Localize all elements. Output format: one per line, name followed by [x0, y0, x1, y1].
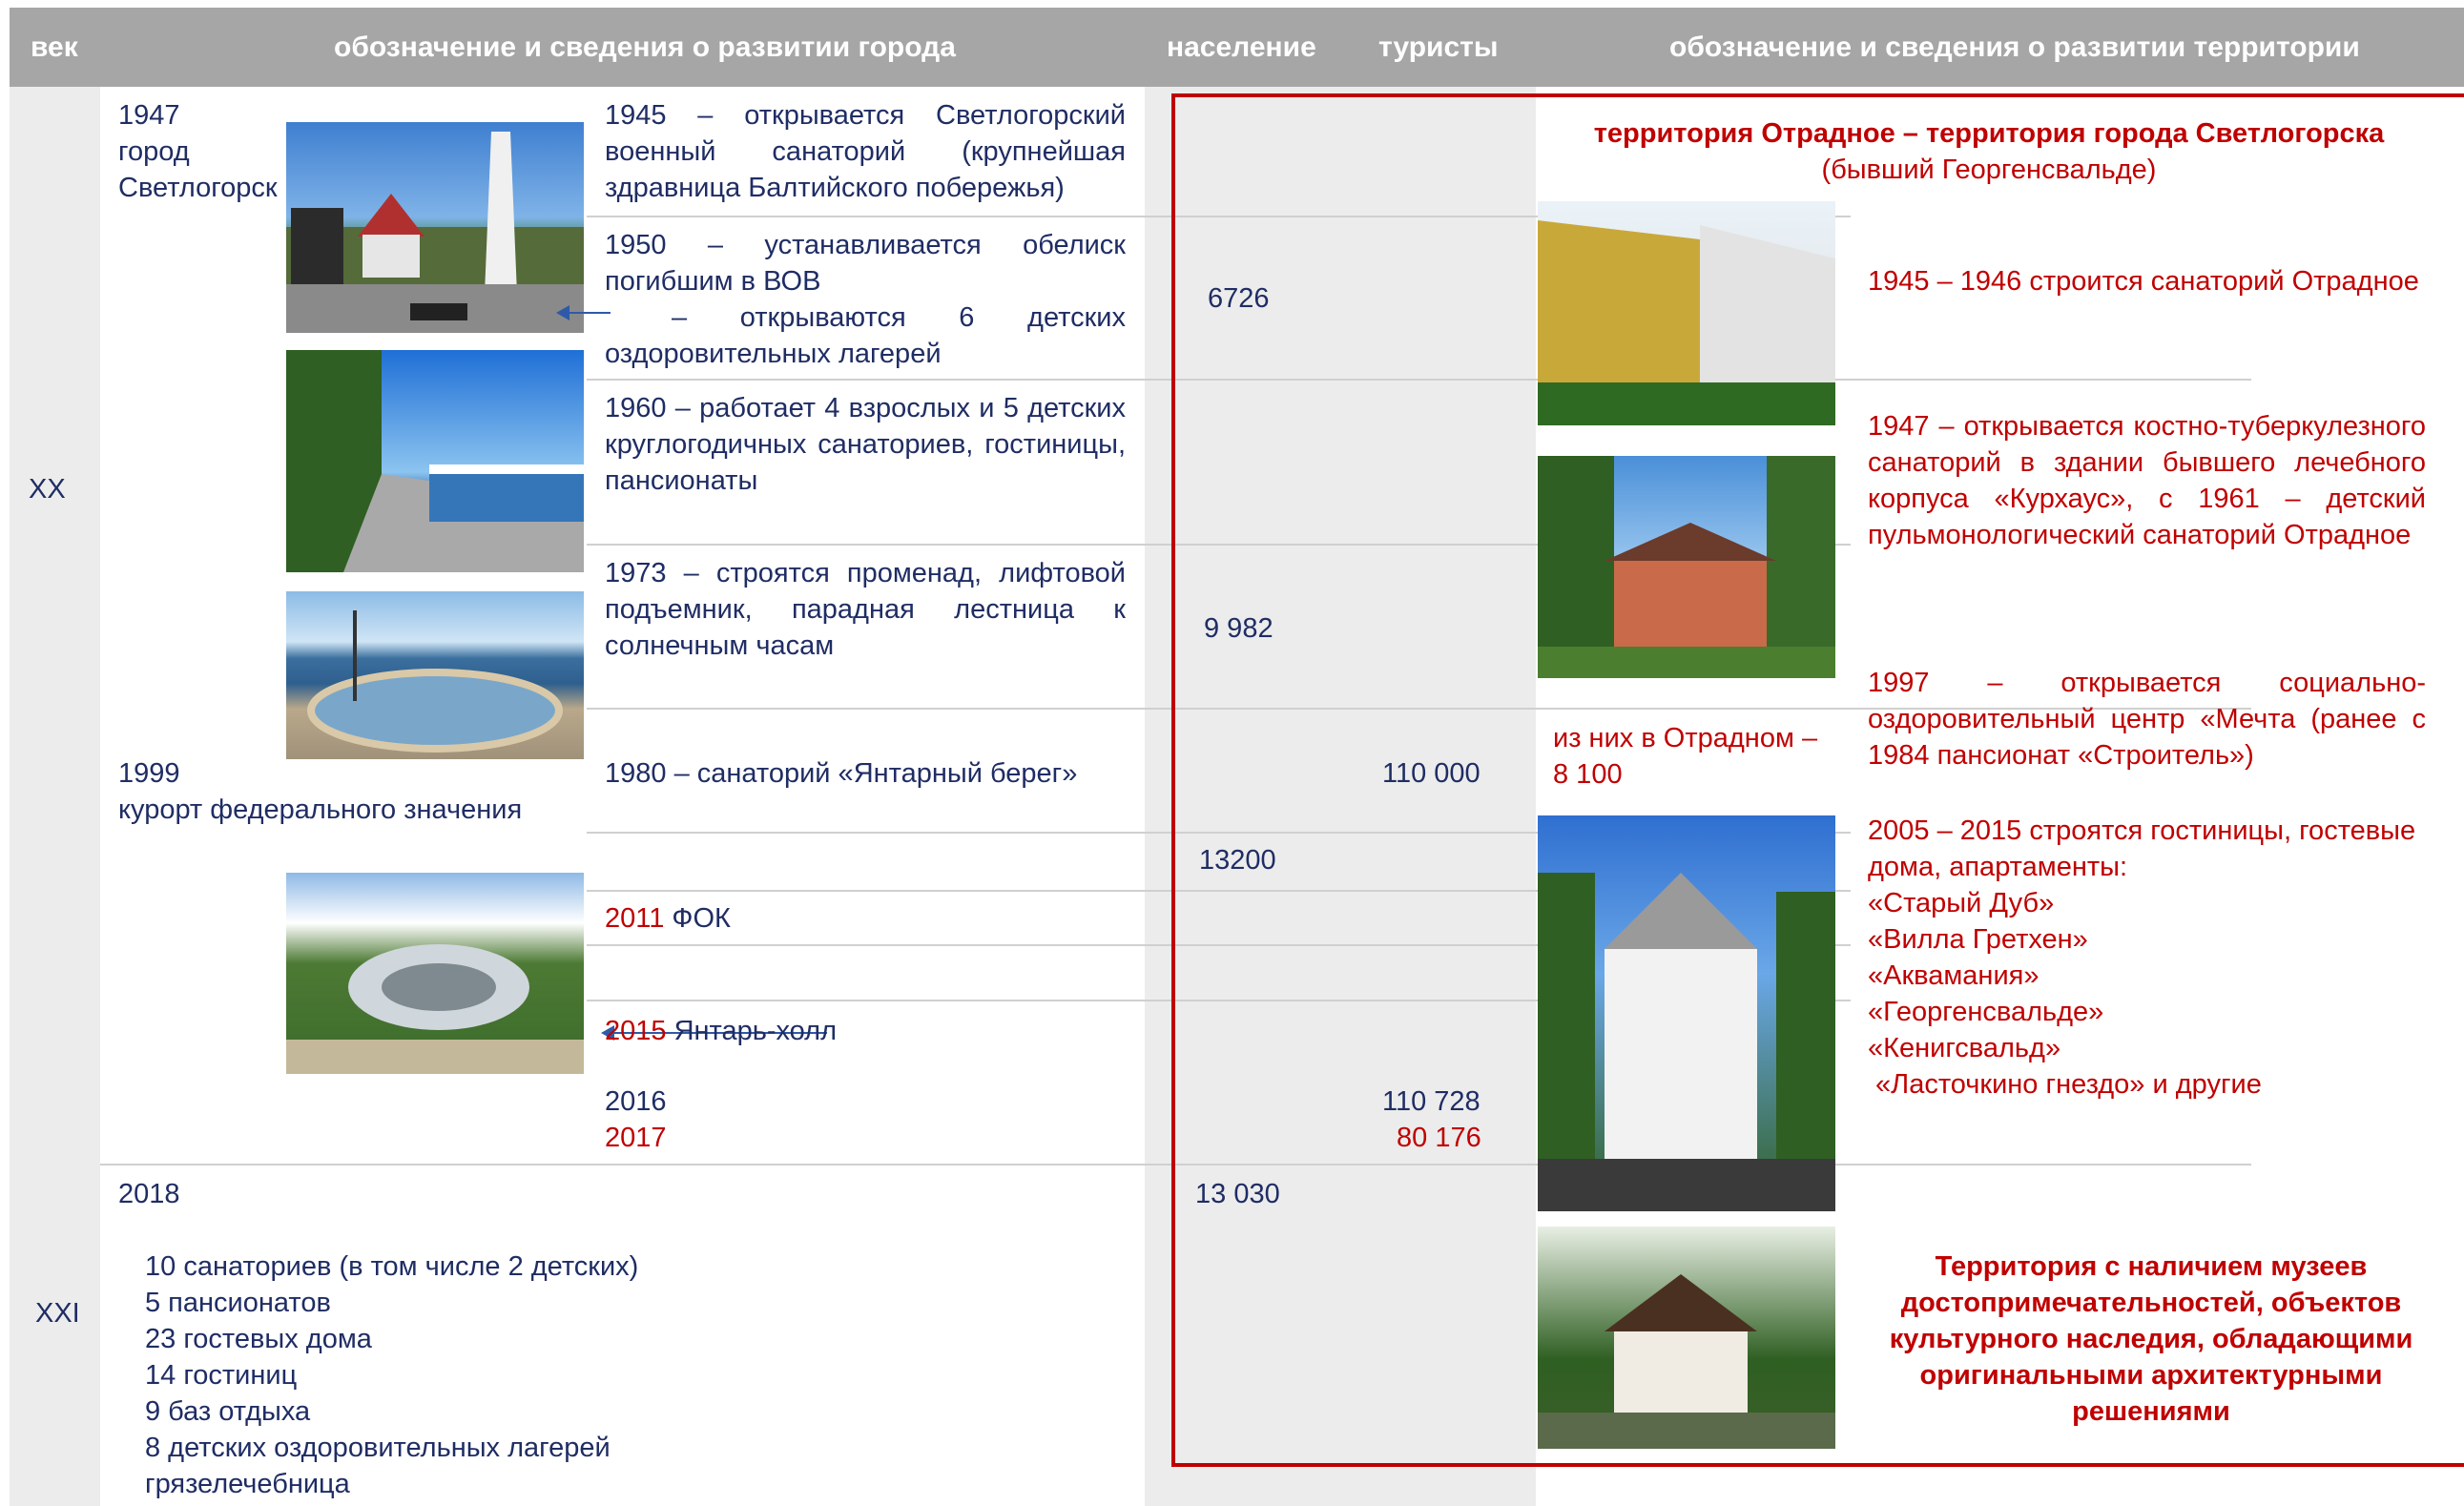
city-1999-block: 1999 курорт федерального значения [118, 755, 522, 828]
sundial-photo [286, 591, 584, 759]
territory-title: территория Отрадное – территория города … [1593, 118, 2385, 149]
obelisk-photo-art [286, 132, 584, 333]
hotel-item: «Кенигсвальд» [1868, 1033, 2061, 1063]
table-header: век обозначение и сведения о развитии го… [10, 8, 2464, 87]
city-year-1999: 1999 [118, 758, 180, 789]
museum-house-photo [1538, 1227, 1835, 1449]
sanatorium-building-photo-art [1538, 220, 1835, 425]
event-2015: 2015 Янтарь-холл [605, 1013, 837, 1049]
territory-summary: Территория с наличием музеев достопримеч… [1889, 1251, 2413, 1427]
hotel-item: «Ласточкино гнездо» и другие [1868, 1069, 2262, 1100]
header-population: население [1167, 31, 1316, 63]
museum-house-photo-art [1538, 1274, 1835, 1449]
otradnoe-population: из них в Отрадном – 8 100 [1553, 720, 1817, 793]
event-1973: 1973 – строятся променад, лифтовой подъе… [605, 558, 1126, 661]
obelisk-arrow [556, 305, 611, 320]
header-territory-info: обозначение и сведения о развитии террит… [1669, 31, 2360, 63]
stat-item: 10 санаториев (в том числе 2 детских) [145, 1251, 639, 1282]
hotel-item: «Георгенсвальде» [1868, 997, 2104, 1027]
fok-photo [286, 873, 584, 1074]
city-1947-block: 1947 город Светлогорск [118, 97, 278, 206]
city-status-1999: курорт федерального значения [118, 794, 523, 825]
sanatorium-building-photo [1538, 201, 1835, 425]
territory-subtitle: (бывший Георгенсвальде) [1821, 155, 2157, 185]
sundial-photo-art [307, 610, 563, 753]
century-xxi: XXI [35, 1298, 80, 1329]
city-stats-2018: 10 санаториев (в том числе 2 детских) 5 … [145, 1248, 638, 1502]
stat-item: грязелечебница [145, 1469, 350, 1499]
city-year-2018: 2018 [118, 1179, 180, 1209]
stat-item: 14 гостиниц [145, 1360, 298, 1391]
territory-event-1947: 1947 – открывается костно-туберкулезного… [1868, 411, 2426, 550]
header-city-info: обозначение и сведения о развитии города [334, 31, 956, 63]
promenade-photo-art [286, 350, 584, 572]
otradnoe-population-line1: из них в Отрадном – [1553, 723, 1818, 753]
promenade-photo [286, 350, 584, 572]
century-column-bg [10, 87, 100, 1506]
hotel-item: «Аквамания» [1868, 960, 2040, 991]
hotel-item: «Вилла Гретхен» [1868, 924, 2088, 955]
event-1960: 1960 – работает 4 взрослых и 5 детских к… [605, 393, 1126, 496]
city-name-line2: Светлогорск [118, 173, 278, 203]
event-2011-year: 2011 [605, 903, 665, 934]
territory-event-2005-intro: 2005 – 2015 строятся гостиницы, гостевые… [1868, 815, 2416, 882]
kurhaus-photo-art [1538, 456, 1835, 678]
event-1945: 1945 – открывается Светлогорский военный… [605, 100, 1126, 203]
city-name-line1: город [118, 136, 190, 167]
territory-event-1997: 1997 – открывается социально-оздоровител… [1868, 668, 2426, 771]
stat-item: 8 детских оздоровительных лагерей [145, 1433, 611, 1463]
century-xx: XX [29, 474, 66, 505]
year-2016: 2016 [605, 1086, 667, 1117]
hotel-item: «Старый Дуб» [1868, 888, 2055, 918]
event-2011-text: ФОК [664, 903, 731, 934]
stat-item: 23 гостевых дома [145, 1324, 372, 1354]
header-century: век [31, 31, 78, 63]
event-2015-text: Янтарь-холл [666, 1016, 838, 1046]
stat-item: 9 баз отдыха [145, 1396, 311, 1427]
event-1950b: – открываются 6 детских оздоровительных … [605, 302, 1126, 369]
header-tourists: туристы [1378, 31, 1499, 63]
stat-item: 5 пансионатов [145, 1288, 331, 1318]
obelisk-photo [286, 122, 584, 333]
fok-photo-art [286, 944, 584, 1074]
event-2011: 2011 ФОК [605, 900, 731, 937]
event-1950: 1950 – устанавливается обелиск погибшим … [605, 230, 1126, 297]
territory-event-2005: 2005 – 2015 строятся гостиницы, гостевые… [1868, 813, 2426, 1103]
kurhaus-photo [1538, 456, 1835, 678]
otradnoe-population-line2: 8 100 [1553, 759, 1623, 790]
city-year-1947: 1947 [118, 100, 180, 131]
event-1980: 1980 – санаторий «Янтарный берег» [605, 758, 1078, 789]
villa-photo [1538, 815, 1835, 1211]
villa-photo-art [1538, 873, 1835, 1211]
territory-event-1945: 1945 – 1946 строится санаторий Отрадное [1868, 266, 2419, 297]
year-2017: 2017 [605, 1123, 667, 1153]
event-2015-year: 2015 [605, 1016, 667, 1046]
